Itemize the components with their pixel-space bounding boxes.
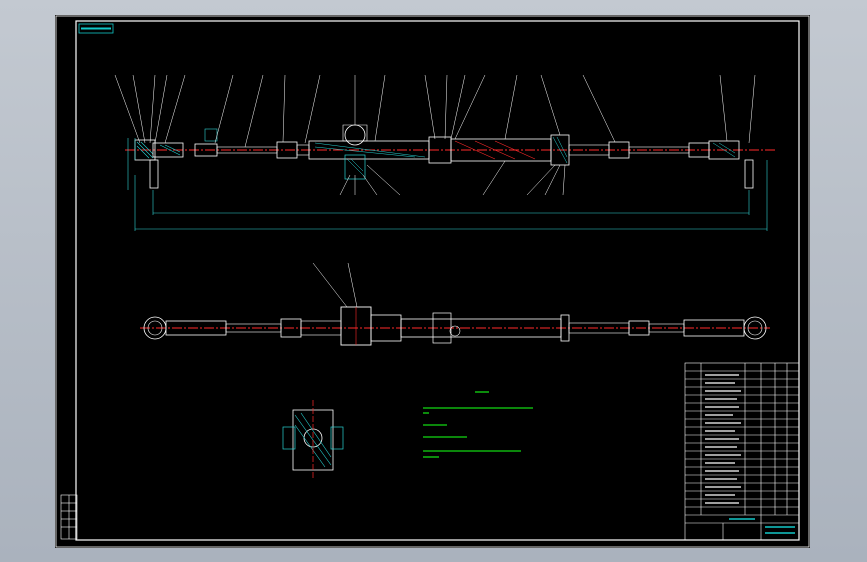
tech-notes-strokes xyxy=(423,391,533,458)
cad-viewport[interactable] xyxy=(55,15,810,548)
